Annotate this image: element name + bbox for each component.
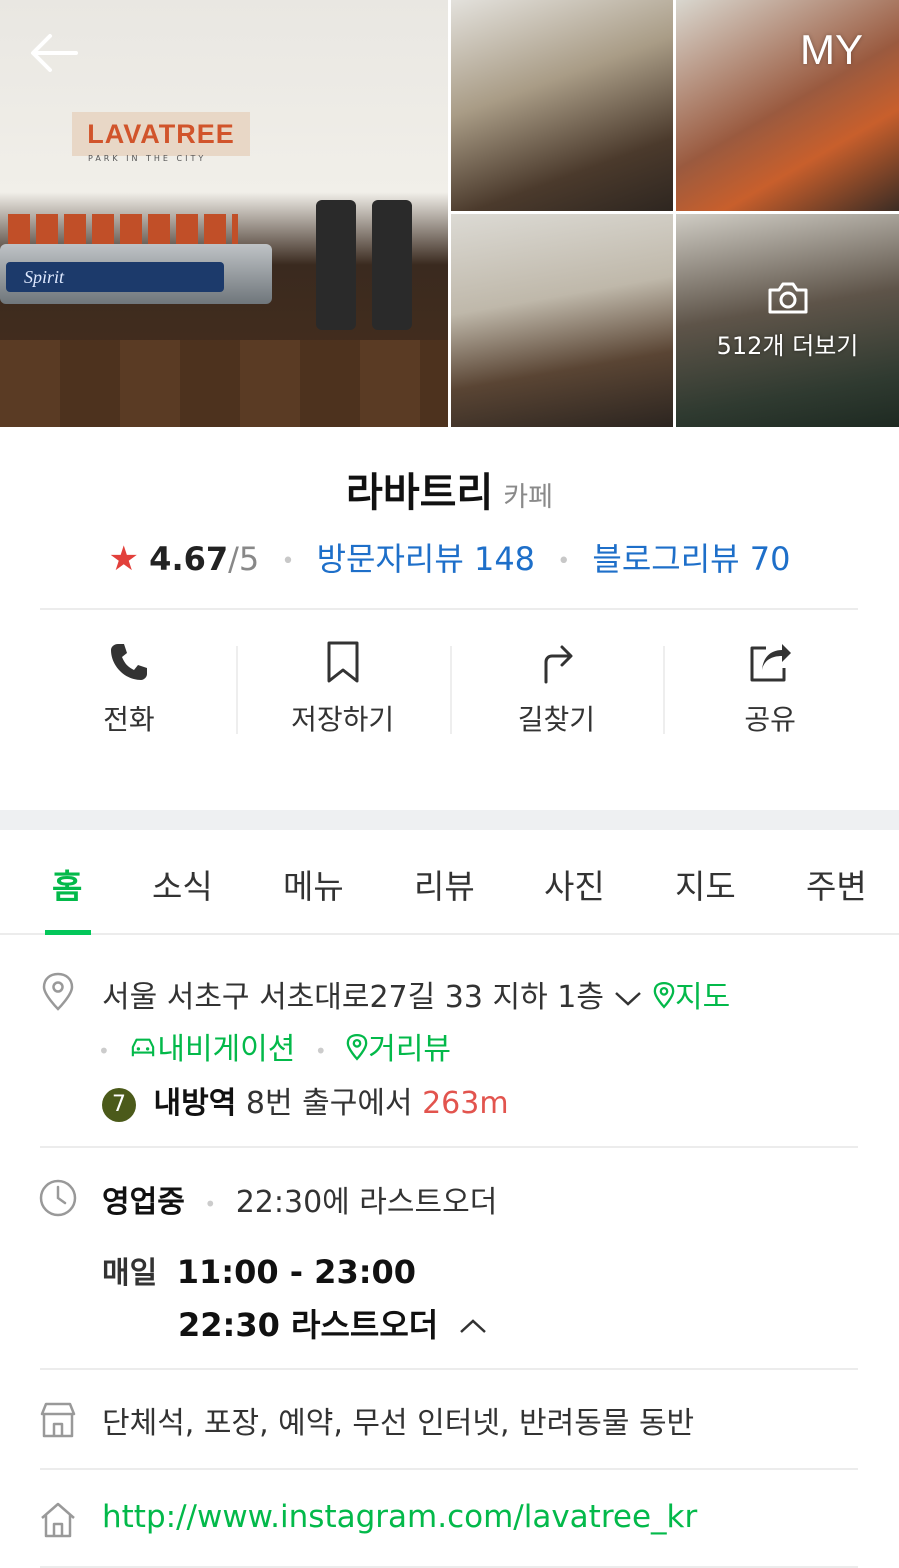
star-icon: ★ (108, 539, 139, 579)
separator-dot: • (281, 548, 295, 574)
last-order-row[interactable]: 22:30 라스트오더 (178, 1300, 488, 1346)
location-pin-icon (38, 972, 78, 1012)
thumbnail-photo[interactable] (451, 0, 673, 211)
map-pin-icon (346, 1033, 368, 1069)
tab-review[interactable]: 리뷰 (414, 860, 475, 908)
subway-line-badge: 7 (102, 1087, 136, 1122)
my-button[interactable]: MY (800, 26, 863, 74)
last-order-summary: 22:30에 라스트오더 (235, 1185, 498, 1220)
separator-dot: • (314, 1038, 327, 1063)
rating-max: /5 (228, 540, 260, 578)
hours-status-row: 영업중 • 22:30에 라스트오더 (102, 1177, 497, 1221)
home-icon (38, 1500, 78, 1540)
save-button[interactable]: 저장하기 (235, 640, 450, 740)
bookmark-icon (236, 640, 450, 684)
tab-home[interactable]: 홈 (52, 860, 82, 908)
website-link[interactable]: http://www.instagram.com/lavatree_kr (102, 1499, 697, 1535)
station-name: 내방역 (153, 1086, 237, 1121)
map-link-label: 지도 (675, 980, 731, 1015)
wood-counter (0, 340, 448, 427)
thumbnail-photo[interactable] (676, 0, 899, 211)
rating-row: ★ 4.67/5 • 방문자리뷰 148 • 블로그리뷰 70 (0, 534, 899, 580)
section-gap (0, 810, 899, 830)
cafe-sign: LAVATREE (72, 112, 250, 156)
distance-text: 263m (422, 1086, 509, 1121)
share-label: 공유 (744, 703, 796, 736)
address-text: 서울 서초구 서초대로27길 33 지하 1층 (102, 980, 604, 1015)
tab-bar: 홈 소식 메뉴 리뷰 사진 지도 주변 (0, 830, 899, 935)
share-button[interactable]: 공유 (663, 640, 877, 740)
photo-gallery[interactable]: LAVATREE PARK IN THE CITY Spirit MY 512개… (0, 0, 899, 427)
street-view-link[interactable]: 거리뷰 (346, 1032, 451, 1067)
divider (40, 1368, 858, 1370)
subway-row: 7 내방역 8번 출구에서 263m (102, 1078, 509, 1122)
save-label: 저장하기 (291, 703, 395, 736)
more-photos-button[interactable]: 512개 더보기 (676, 270, 899, 390)
camera-icon (766, 280, 810, 316)
phone-icon (22, 640, 236, 684)
more-photos-label: 512개 더보기 (716, 332, 859, 360)
separator-dot: • (98, 1038, 110, 1063)
store-icon (38, 1400, 78, 1440)
business-status: 영업중 (102, 1185, 185, 1220)
car-icon (129, 1033, 157, 1068)
directions-label: 길찾기 (517, 703, 596, 736)
separator-dot: • (204, 1191, 217, 1216)
directions-button[interactable]: 길찾기 (449, 640, 664, 740)
blog-reviews-link[interactable]: 블로그리뷰 70 (592, 540, 790, 578)
address-row: 서울 서초구 서초대로27길 33 지하 1층 지도 (102, 972, 730, 1017)
tab-menu[interactable]: 메뉴 (283, 860, 344, 908)
navigation-link[interactable]: 내비게이션 (129, 1032, 305, 1067)
tab-map[interactable]: 지도 (675, 860, 736, 908)
place-category: 카페 (503, 482, 553, 513)
cups-row (8, 214, 238, 244)
divider (40, 1146, 858, 1148)
last-order-detail: 22:30 라스트오더 (178, 1306, 439, 1344)
divider (40, 1468, 858, 1470)
navigation-label: 내비게이션 (157, 1032, 296, 1067)
address-links-row: • 내비게이션 • 거리뷰 (98, 1024, 451, 1069)
directions-icon (450, 640, 664, 684)
hours-day: 매일 (102, 1256, 158, 1291)
visitor-reviews-link[interactable]: 방문자리뷰 148 (317, 540, 535, 578)
amenities-text: 단체석, 포장, 예약, 무선 인터넷, 반려동물 동반 (102, 1406, 695, 1441)
tab-news[interactable]: 소식 (152, 860, 213, 908)
map-pin-icon (653, 981, 675, 1017)
separator-dot: • (557, 548, 571, 574)
place-name: 라바트리 (346, 470, 494, 516)
exit-text: 8번 출구에서 (245, 1086, 413, 1121)
share-icon (663, 640, 877, 684)
chevron-up-icon[interactable] (458, 1310, 488, 1345)
clock-icon (38, 1178, 78, 1218)
call-button[interactable]: 전화 (22, 640, 236, 740)
map-link[interactable]: 지도 (653, 980, 730, 1015)
thumbnail-photo[interactable] (451, 214, 673, 427)
tab-active-indicator (45, 930, 91, 935)
grinder (316, 200, 356, 330)
espresso-machine-label: Spirit (6, 262, 224, 292)
cafe-sign-subtitle: PARK IN THE CITY (88, 154, 207, 163)
street-view-label: 거리뷰 (368, 1032, 452, 1067)
hours-range: 11:00 - 23:00 (176, 1253, 417, 1291)
arrow-left-icon[interactable] (26, 28, 82, 78)
chevron-down-icon[interactable] (613, 981, 643, 1016)
hours-detail: 매일 11:00 - 23:00 (102, 1248, 416, 1292)
divider (40, 608, 858, 610)
rating-value: 4.67 (149, 540, 229, 578)
place-title: 라바트리 카페 (0, 460, 899, 518)
call-label: 전화 (103, 703, 155, 736)
tab-nearby[interactable]: 주변 (806, 860, 867, 908)
action-bar: 전화 저장하기 길찾기 공유 (22, 640, 877, 740)
tab-photo[interactable]: 사진 (544, 860, 605, 908)
grinder (372, 200, 412, 330)
